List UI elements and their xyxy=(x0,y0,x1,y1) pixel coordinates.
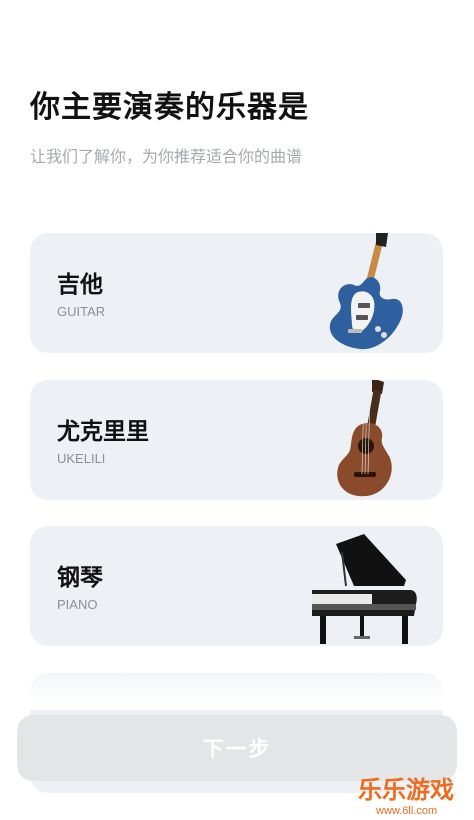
instrument-name-en: PIANO xyxy=(57,597,98,612)
instrument-name: 尤克里里 xyxy=(57,419,149,445)
instrument-card-guitar[interactable]: 吉他 GUITAR xyxy=(30,233,443,353)
ukulele-icon xyxy=(337,380,392,497)
watermark-logo: 乐乐游戏 xyxy=(358,776,454,804)
instrument-card-piano[interactable]: 钢琴 PIANO xyxy=(30,526,443,646)
instrument-card-ukulele[interactable]: 尤克里里 UKELILI xyxy=(30,380,443,500)
watermark-url: www.6ll.com xyxy=(376,805,438,817)
page-title: 你主要演奏的乐器是 xyxy=(30,90,309,125)
instrument-name-en: UKELILI xyxy=(57,451,106,466)
page-subtitle: 让我们了解你，为你推荐适合你的曲谱 xyxy=(30,147,303,166)
list-fade-overlay xyxy=(0,660,474,710)
piano-icon xyxy=(312,534,417,644)
instrument-name: 吉他 xyxy=(57,272,103,298)
instrument-name-en: GUITAR xyxy=(57,304,106,319)
instrument-name: 钢琴 xyxy=(57,565,103,591)
guitar-icon xyxy=(329,233,403,350)
